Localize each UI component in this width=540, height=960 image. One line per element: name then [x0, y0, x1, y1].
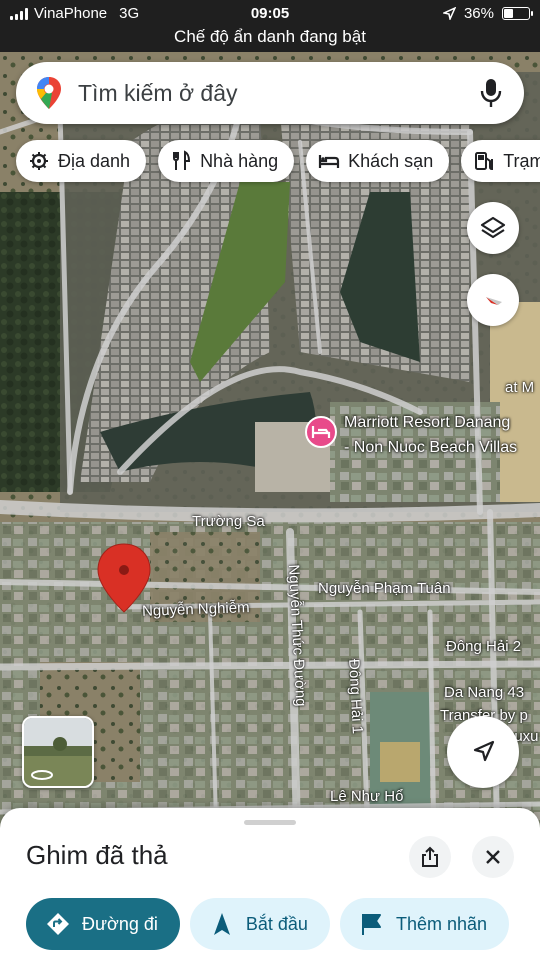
location-arrow-icon: [442, 7, 456, 20]
layers-icon: [480, 216, 506, 239]
chip-gas-stations[interactable]: Trạm: [461, 140, 540, 182]
start-label: Bắt đầu: [245, 913, 308, 934]
street-label-le-nhu-ho: Lê Như Hổ: [330, 788, 404, 805]
chip-landmarks[interactable]: Địa danh: [16, 140, 147, 182]
street-label-truong-sa: Trường Sa: [192, 513, 265, 530]
compass-icon: [486, 297, 502, 305]
compass-button[interactable]: [467, 274, 519, 326]
chip-restaurants[interactable]: Nhà hàng: [158, 140, 295, 182]
my-location-button[interactable]: [447, 716, 519, 788]
battery-percent: 36%: [463, 5, 494, 22]
gas-station-icon: [475, 152, 494, 171]
add-label-button[interactable]: Thêm nhãn: [339, 898, 510, 950]
search-bar[interactable]: Tìm kiếm ở đây: [16, 62, 524, 124]
navigation-start-icon: [213, 913, 230, 935]
hotel-marker[interactable]: [305, 416, 337, 448]
chip-label: Trạm: [503, 150, 540, 171]
status-bar: VinaPhone 3G 09:05 36% Chế độ ẩn danh đa…: [0, 0, 540, 52]
start-button[interactable]: Bắt đầu: [189, 898, 330, 950]
close-button[interactable]: [472, 836, 514, 878]
hotel-icon: [319, 155, 340, 168]
battery-icon: [502, 7, 533, 20]
sheet-drag-handle[interactable]: [244, 820, 296, 825]
label-flag-icon: [361, 914, 381, 935]
layers-button[interactable]: [467, 202, 519, 254]
street-label-nguyen-pham-tuan: Nguyễn Phạm Tuân: [318, 580, 451, 597]
poi-label-at-m: at M: [505, 379, 535, 396]
share-icon: [422, 846, 438, 867]
directions-icon: [47, 913, 69, 935]
sheet-title: Ghim đã thả: [26, 840, 168, 870]
navigation-arrow-icon: [473, 740, 495, 762]
chip-hotels[interactable]: Khách sạn: [306, 140, 450, 182]
chip-label: Khách sạn: [348, 150, 434, 171]
share-button[interactable]: [409, 836, 451, 878]
place-bottom-sheet[interactable]: Ghim đã thả Đường đi Bắt đầu Thêm nhãn: [0, 808, 540, 960]
add-label-label: Thêm nhãn: [395, 913, 488, 934]
incognito-banner: Chế độ ẩn danh đang bật: [174, 27, 366, 46]
street-view-thumbnail[interactable]: [22, 716, 94, 788]
sheet-actions: Đường đi Bắt đầu Thêm nhãn: [26, 898, 510, 950]
status-right: 36%: [442, 5, 533, 22]
street-view-preview: [24, 718, 92, 786]
directions-button[interactable]: Đường đi: [26, 898, 180, 950]
chip-label: Địa danh: [58, 150, 131, 171]
category-chips: Địa danh Nhà hàng Khách sạn Trạm: [16, 140, 540, 182]
poi-label-marriott-line2[interactable]: - Non Nuoc Beach Villas: [344, 439, 517, 457]
directions-label: Đường đi: [82, 913, 158, 934]
microphone-icon[interactable]: [480, 78, 502, 108]
poi-label-da-nang-43[interactable]: Da Nang 43: [444, 684, 524, 701]
street-label-dong-hai-2: Đông Hải 2: [446, 638, 522, 655]
poi-label-marriott[interactable]: Marriott Resort Danang: [344, 414, 510, 432]
google-maps-pin-icon: [37, 77, 61, 109]
restaurant-icon: [173, 150, 191, 170]
landmark-icon: [30, 152, 48, 170]
chip-label: Nhà hàng: [200, 150, 279, 171]
search-input[interactable]: Tìm kiếm ở đây: [78, 80, 480, 107]
close-icon: [486, 850, 500, 864]
